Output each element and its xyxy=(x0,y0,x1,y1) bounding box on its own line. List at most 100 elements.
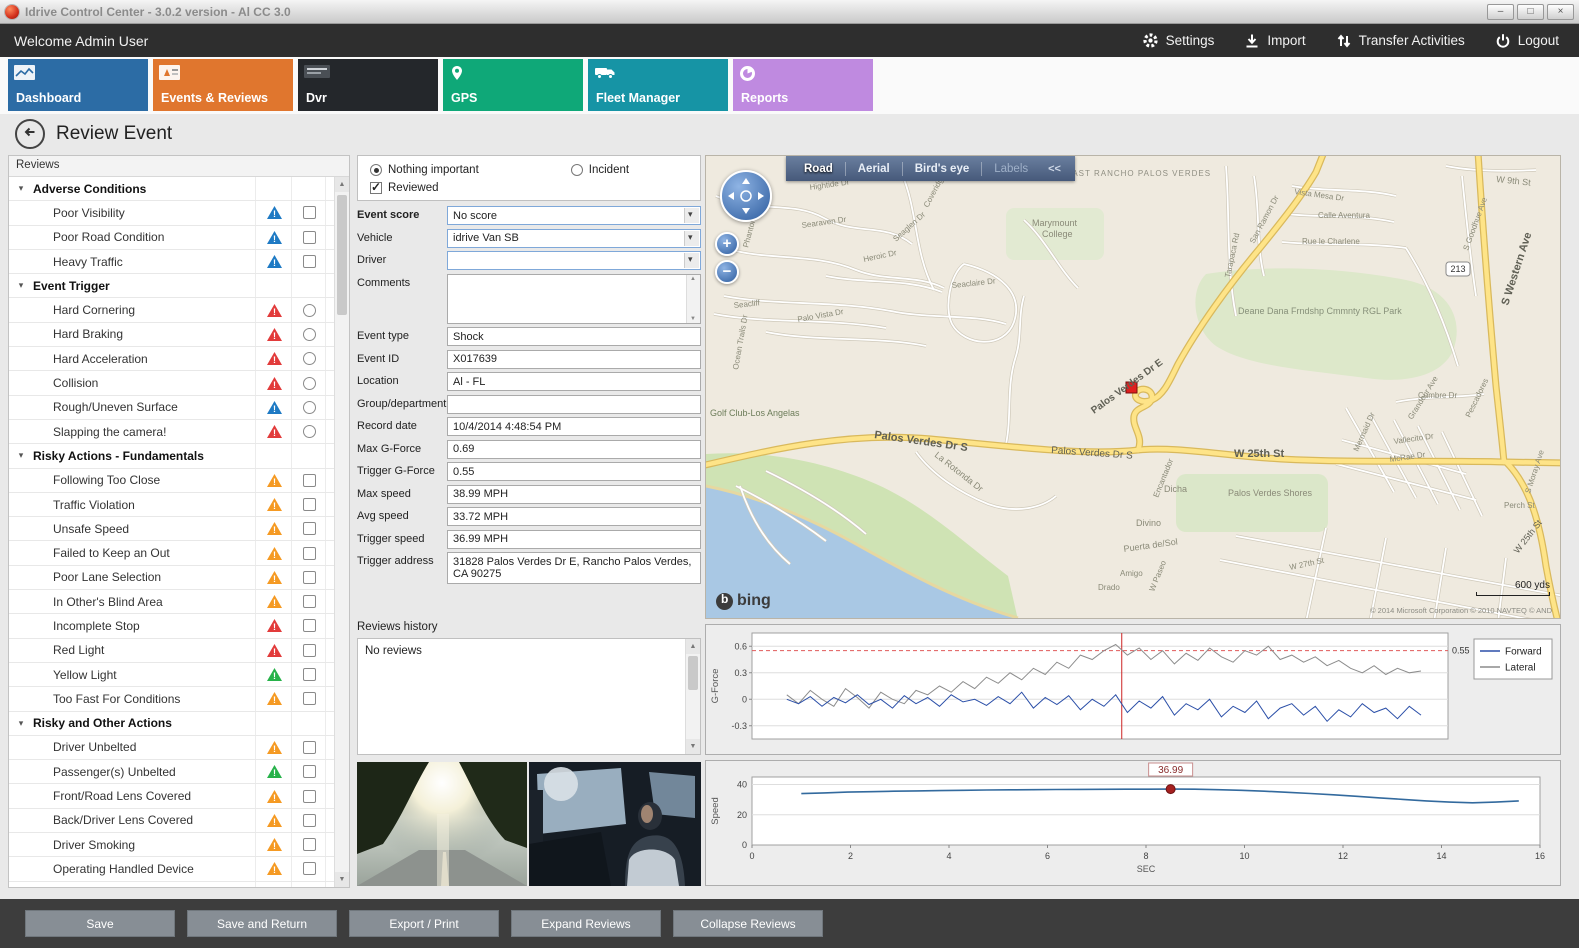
save-button[interactable]: Save xyxy=(25,910,175,937)
review-radio[interactable] xyxy=(303,328,316,341)
review-radio[interactable] xyxy=(303,352,316,365)
settings-button[interactable]: Settings xyxy=(1142,32,1215,49)
back-button[interactable] xyxy=(15,119,45,149)
field-trigger-speed[interactable]: 36.99 MPH xyxy=(447,530,701,549)
minimize-button[interactable]: – xyxy=(1487,4,1514,20)
caret-down-icon[interactable]: ▾ xyxy=(9,183,33,194)
tree-item-incomplete-stop[interactable]: Incomplete Stop! xyxy=(9,614,334,638)
scrollbar-thumb[interactable] xyxy=(337,195,347,315)
field-event-type[interactable]: Shock xyxy=(447,327,701,346)
tree-item-partial[interactable] xyxy=(9,882,334,887)
tree-item-operating-handled-device[interactable]: Operating Handled Device! xyxy=(9,857,334,881)
close-button[interactable]: × xyxy=(1547,4,1574,20)
tree-item-unsafe-speed[interactable]: Unsafe Speed! xyxy=(9,517,334,541)
tree-item-in-other-s-blind-area[interactable]: In Other's Blind Area! xyxy=(9,590,334,614)
tree-item-front-road-lens-covered[interactable]: Front/Road Lens Covered! xyxy=(9,784,334,808)
tree-item-driver-smoking[interactable]: Driver Smoking! xyxy=(9,833,334,857)
map-zoom-in-button[interactable] xyxy=(715,232,739,256)
field-avg-speed[interactable]: 33.72 MPH xyxy=(447,507,701,526)
map-container[interactable]: 213 EAST RANCHO PALOS VERDESMarymountCol… xyxy=(705,155,1561,619)
field-event-score[interactable]: No score xyxy=(447,206,701,225)
maximize-button[interactable]: □ xyxy=(1517,4,1544,20)
tab-dvr[interactable]: Dvr xyxy=(298,59,438,111)
bing-logo[interactable]: bing xyxy=(716,592,771,610)
tree-item-failed-to-keep-an-out[interactable]: Failed to Keep an Out! xyxy=(9,541,334,565)
import-button[interactable]: Import xyxy=(1244,32,1305,49)
textarea-scrollbar[interactable] xyxy=(686,275,700,323)
review-radio[interactable] xyxy=(303,304,316,317)
scroll-down-icon[interactable] xyxy=(686,739,700,754)
field-record-date[interactable]: 10/4/2014 4:48:54 PM xyxy=(447,417,701,436)
tree-item-back-driver-lens-covered[interactable]: Back/Driver Lens Covered! xyxy=(9,809,334,833)
review-checkbox[interactable] xyxy=(303,741,316,754)
reviews-tree-scrollbar[interactable] xyxy=(334,177,349,887)
tree-group-adverse-conditions[interactable]: ▾Adverse Conditions xyxy=(9,177,334,201)
tree-item-yellow-light[interactable]: Yellow Light! xyxy=(9,663,334,687)
scroll-down-icon[interactable] xyxy=(335,872,349,887)
field-location[interactable]: Al - FL xyxy=(447,372,701,391)
reviews-history-scrollbar[interactable] xyxy=(685,639,700,754)
review-checkbox[interactable] xyxy=(303,765,316,778)
field-vehicle[interactable]: idrive Van SB xyxy=(447,229,701,248)
tree-item-too-fast-for-conditions[interactable]: Too Fast For Conditions! xyxy=(9,687,334,711)
map-view-labels[interactable]: Labels xyxy=(982,163,1040,175)
tree-item-hard-braking[interactable]: Hard Braking! xyxy=(9,323,334,347)
field-driver[interactable] xyxy=(447,251,701,270)
tree-item-red-light[interactable]: Red Light! xyxy=(9,639,334,663)
map-toolbar-collapse[interactable]: << xyxy=(1040,163,1069,175)
tree-item-driver-unbelted[interactable]: Driver Unbelted! xyxy=(9,736,334,760)
review-checkbox[interactable] xyxy=(303,206,316,219)
tree-item-hard-cornering[interactable]: Hard Cornering! xyxy=(9,298,334,322)
tree-item-collision[interactable]: Collision! xyxy=(9,371,334,395)
review-checkbox[interactable] xyxy=(303,644,316,657)
logout-button[interactable]: Logout xyxy=(1495,32,1559,49)
map-zoom-out-button[interactable] xyxy=(715,260,739,284)
tree-item-passenger-s-unbelted[interactable]: Passenger(s) Unbelted! xyxy=(9,760,334,784)
chevron-down-icon[interactable] xyxy=(684,253,699,268)
review-checkbox[interactable] xyxy=(303,498,316,511)
tree-item-hard-acceleration[interactable]: Hard Acceleration! xyxy=(9,347,334,371)
transfer-activities-button[interactable]: Transfer Activities xyxy=(1336,32,1465,49)
tree-item-following-too-close[interactable]: Following Too Close! xyxy=(9,469,334,493)
radio-nothing-important[interactable] xyxy=(370,164,382,176)
tree-group-risky-actions-fundamentals[interactable]: ▾Risky Actions - Fundamentals xyxy=(9,444,334,468)
review-checkbox[interactable] xyxy=(303,619,316,632)
cabin-camera-frame[interactable] xyxy=(529,762,701,886)
review-checkbox[interactable] xyxy=(303,474,316,487)
caret-down-icon[interactable]: ▾ xyxy=(9,280,33,291)
radio-incident[interactable] xyxy=(571,164,583,176)
save-and-return-button[interactable]: Save and Return xyxy=(187,910,337,937)
tree-group-risky-and-other-actions[interactable]: ▾Risky and Other Actions xyxy=(9,712,334,736)
field-event-id[interactable]: X017639 xyxy=(447,350,701,369)
collapse-reviews-button[interactable]: Collapse Reviews xyxy=(673,910,823,937)
review-checkbox[interactable] xyxy=(303,862,316,875)
review-checkbox[interactable] xyxy=(303,255,316,268)
checkbox-reviewed[interactable] xyxy=(370,182,382,194)
tab-dashboard[interactable]: Dashboard xyxy=(8,59,148,111)
tree-item-poor-road-condition[interactable]: Poor Road Condition! xyxy=(9,226,334,250)
field-trigger-address[interactable]: 31828 Palos Verdes Dr E, Rancho Palos Ve… xyxy=(447,552,701,584)
caret-down-icon[interactable]: ▾ xyxy=(9,450,33,461)
review-checkbox[interactable] xyxy=(303,814,316,827)
tree-item-rough-uneven-surface[interactable]: Rough/Uneven Surface! xyxy=(9,396,334,420)
field-group-department[interactable] xyxy=(447,395,701,414)
review-radio[interactable] xyxy=(303,425,316,438)
map-pan-control[interactable] xyxy=(720,170,772,222)
tree-item-traffic-violation[interactable]: Traffic Violation! xyxy=(9,493,334,517)
tree-item-slapping-the-camera[interactable]: Slapping the camera!! xyxy=(9,420,334,444)
map-view-aerial[interactable]: Aerial xyxy=(846,163,902,175)
caret-down-icon[interactable]: ▾ xyxy=(9,718,33,729)
front-camera-frame[interactable] xyxy=(357,762,527,886)
chevron-down-icon[interactable] xyxy=(684,231,699,246)
scrollbar-thumb[interactable] xyxy=(688,656,698,690)
review-checkbox[interactable] xyxy=(303,522,316,535)
expand-reviews-button[interactable]: Expand Reviews xyxy=(511,910,661,937)
review-checkbox[interactable] xyxy=(303,547,316,560)
tab-events-reviews[interactable]: Events & Reviews xyxy=(153,59,293,111)
review-checkbox[interactable] xyxy=(303,571,316,584)
review-checkbox[interactable] xyxy=(303,595,316,608)
trigger-speed-marker[interactable] xyxy=(1166,785,1175,794)
map-view-birds-eye[interactable]: Bird's eye xyxy=(903,163,982,175)
field-comments[interactable] xyxy=(447,274,701,324)
tree-item-poor-visibility[interactable]: Poor Visibility! xyxy=(9,201,334,225)
